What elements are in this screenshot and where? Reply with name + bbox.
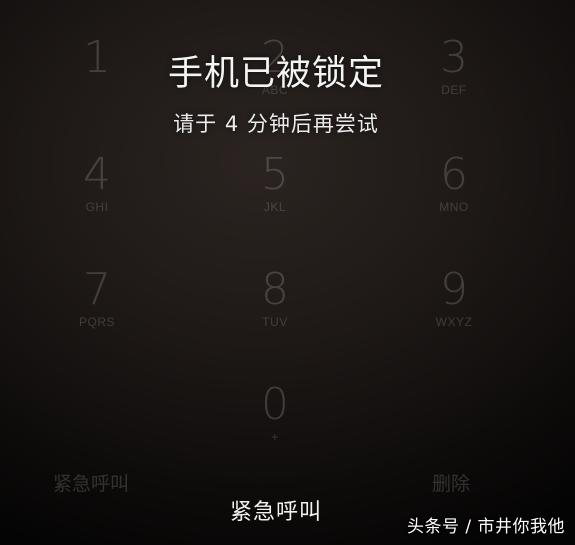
key-digit: 5 xyxy=(261,149,289,200)
keypad-key-8: 8 TUV xyxy=(215,265,335,355)
lock-countdown-message: 请于 4 分钟后再尝试 xyxy=(173,112,379,136)
key-letters: JKL xyxy=(263,200,287,214)
lock-screen: 1 2 ABC 3 DEF 4 GHI 5 JKL 6 MNO 7 PQRS 8 xyxy=(0,0,575,545)
key-digit: 7 xyxy=(83,264,111,315)
key-digit: 0 xyxy=(261,379,289,430)
keypad-key-5: 5 JKL xyxy=(215,150,335,240)
key-letters: GHI xyxy=(85,200,109,214)
key-letters: + xyxy=(271,430,279,444)
key-digit: 9 xyxy=(440,264,468,315)
key-letters: MNO xyxy=(439,200,469,214)
keypad-delete-label: 删除 xyxy=(432,473,471,495)
lock-title: 手机已被锁定 xyxy=(167,54,384,94)
watermark-text: 头条号 / 市井你我他 xyxy=(406,517,565,537)
key-letters: WXYZ xyxy=(435,315,473,329)
key-digit: 6 xyxy=(440,149,468,200)
keypad-key-6: 6 MNO xyxy=(394,150,514,240)
keypad-key-7: 7 PQRS xyxy=(37,265,157,355)
keypad-key-4: 4 GHI xyxy=(37,150,157,240)
key-letters: TUV xyxy=(262,315,288,329)
keypad-emergency-label: 紧急呼叫 xyxy=(53,473,130,495)
key-digit: 8 xyxy=(261,264,289,315)
key-letters: PQRS xyxy=(78,315,115,329)
keypad-key-0: 0 + xyxy=(215,380,335,470)
keypad-key-9: 9 WXYZ xyxy=(394,265,514,355)
key-digit: 4 xyxy=(83,149,111,200)
